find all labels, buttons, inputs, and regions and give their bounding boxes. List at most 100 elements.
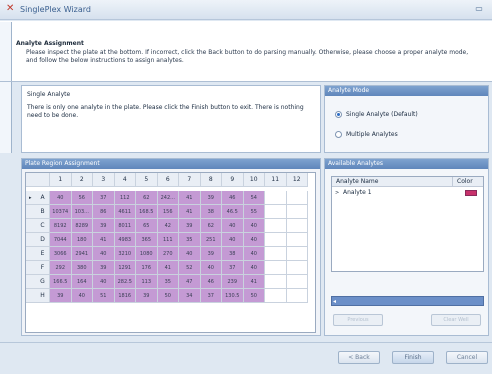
well-G8[interactable]: 46 <box>200 275 222 289</box>
scroll-left-icon[interactable]: ◂ <box>333 297 336 306</box>
well-C4[interactable]: 8011 <box>114 219 136 233</box>
well-E6[interactable]: 270 <box>157 247 179 261</box>
row-header-H[interactable]: H <box>26 289 50 303</box>
column-header-5[interactable]: 5 <box>136 173 158 187</box>
well-H8[interactable]: 37 <box>200 289 222 303</box>
well-G1[interactable]: 166.5 <box>50 275 72 289</box>
column-header-12[interactable]: 12 <box>286 173 308 187</box>
row-header-E[interactable]: E <box>26 247 50 261</box>
well-F6[interactable]: 41 <box>157 261 179 275</box>
well-C1[interactable]: 8192 <box>50 219 72 233</box>
well-D9[interactable]: 40 <box>222 233 244 247</box>
well-H12[interactable] <box>286 289 308 303</box>
well-C12[interactable] <box>286 219 308 233</box>
well-E3[interactable]: 40 <box>93 247 115 261</box>
row-header-C[interactable]: C <box>26 219 50 233</box>
finish-button[interactable]: Finish <box>392 351 434 364</box>
well-A2[interactable]: 56 <box>71 191 93 205</box>
well-H10[interactable]: 50 <box>243 289 265 303</box>
column-header-6[interactable]: 6 <box>157 173 179 187</box>
well-G6[interactable]: 35 <box>157 275 179 289</box>
well-G7[interactable]: 47 <box>179 275 201 289</box>
well-C8[interactable]: 62 <box>200 219 222 233</box>
well-G3[interactable]: 40 <box>93 275 115 289</box>
back-button[interactable]: < Back <box>338 351 380 364</box>
column-header-3[interactable]: 3 <box>93 173 115 187</box>
column-header-8[interactable]: 8 <box>200 173 222 187</box>
well-F2[interactable]: 380 <box>71 261 93 275</box>
well-F8[interactable]: 40 <box>200 261 222 275</box>
well-B3[interactable]: 86 <box>93 205 115 219</box>
well-C5[interactable]: 65 <box>136 219 158 233</box>
well-E10[interactable]: 40 <box>243 247 265 261</box>
column-header-1[interactable]: 1 <box>50 173 72 187</box>
well-A6[interactable]: 242... <box>157 191 179 205</box>
well-H5[interactable]: 39 <box>136 289 158 303</box>
analyte-color-swatch[interactable] <box>465 190 477 196</box>
well-F11[interactable] <box>265 261 287 275</box>
well-H2[interactable]: 40 <box>71 289 93 303</box>
well-B7[interactable]: 41 <box>179 205 201 219</box>
well-D12[interactable] <box>286 233 308 247</box>
row-header-G[interactable]: G <box>26 275 50 289</box>
well-A5[interactable]: 62 <box>136 191 158 205</box>
single-analyte-radio[interactable] <box>335 111 342 118</box>
well-D4[interactable]: 4983 <box>114 233 136 247</box>
well-F10[interactable]: 40 <box>243 261 265 275</box>
well-B10[interactable]: 55 <box>243 205 265 219</box>
well-G4[interactable]: 282.5 <box>114 275 136 289</box>
well-B6[interactable]: 156 <box>157 205 179 219</box>
well-A9[interactable]: 46 <box>222 191 244 205</box>
well-G11[interactable] <box>265 275 287 289</box>
minimize-button[interactable]: ▭ <box>474 4 484 14</box>
previous-button[interactable]: Previous <box>333 314 383 326</box>
analytes-horizontal-scrollbar[interactable]: ◂ <box>331 296 484 306</box>
well-F3[interactable]: 39 <box>93 261 115 275</box>
well-E5[interactable]: 1080 <box>136 247 158 261</box>
well-B11[interactable] <box>265 205 287 219</box>
well-G2[interactable]: 164 <box>71 275 93 289</box>
well-H7[interactable]: 34 <box>179 289 201 303</box>
well-A10[interactable]: 54 <box>243 191 265 205</box>
single-analyte-option[interactable]: Single Analyte (Default) <box>335 111 418 118</box>
well-D7[interactable]: 35 <box>179 233 201 247</box>
well-A11[interactable] <box>265 191 287 205</box>
well-C11[interactable] <box>265 219 287 233</box>
well-D11[interactable] <box>265 233 287 247</box>
well-F5[interactable]: 176 <box>136 261 158 275</box>
well-C9[interactable]: 40 <box>222 219 244 233</box>
well-C2[interactable]: 8289 <box>71 219 93 233</box>
well-A1[interactable]: 40 <box>50 191 72 205</box>
column-header-9[interactable]: 9 <box>222 173 244 187</box>
plate-grid[interactable]: 1 2 3 4 5 6 7 8 9 10 11 12 ▸ A 40 56 37 112 62 242... 41 39 46… <box>25 172 316 333</box>
row-header-A[interactable]: ▸ A <box>26 191 50 205</box>
well-D6[interactable]: 111 <box>157 233 179 247</box>
well-F9[interactable]: 37 <box>222 261 244 275</box>
well-D3[interactable]: 41 <box>93 233 115 247</box>
well-E2[interactable]: 2941 <box>71 247 93 261</box>
column-header-11[interactable]: 11 <box>265 173 287 187</box>
well-G10[interactable]: 41 <box>243 275 265 289</box>
analyte-row[interactable]: > Analyte 1 <box>332 188 483 198</box>
well-B4[interactable]: 4611 <box>114 205 136 219</box>
well-E7[interactable]: 40 <box>179 247 201 261</box>
well-G5[interactable]: 113 <box>136 275 158 289</box>
clear-well-button[interactable]: Clear Well <box>431 314 481 326</box>
well-H3[interactable]: 51 <box>93 289 115 303</box>
multiple-analytes-radio[interactable] <box>335 131 342 138</box>
column-header-10[interactable]: 10 <box>243 173 265 187</box>
multiple-analytes-option[interactable]: Multiple Analytes <box>335 131 398 138</box>
well-C7[interactable]: 39 <box>179 219 201 233</box>
well-H6[interactable]: 50 <box>157 289 179 303</box>
row-header-D[interactable]: D <box>26 233 50 247</box>
well-D8[interactable]: 251 <box>200 233 222 247</box>
well-D10[interactable]: 40 <box>243 233 265 247</box>
well-G12[interactable] <box>286 275 308 289</box>
well-A7[interactable]: 41 <box>179 191 201 205</box>
well-E9[interactable]: 38 <box>222 247 244 261</box>
well-H4[interactable]: 1816 <box>114 289 136 303</box>
analytes-table[interactable]: Analyte Name Color > Analyte 1 <box>331 176 484 272</box>
well-E12[interactable] <box>286 247 308 261</box>
column-header-7[interactable]: 7 <box>179 173 201 187</box>
well-B1[interactable]: 10374 <box>50 205 72 219</box>
